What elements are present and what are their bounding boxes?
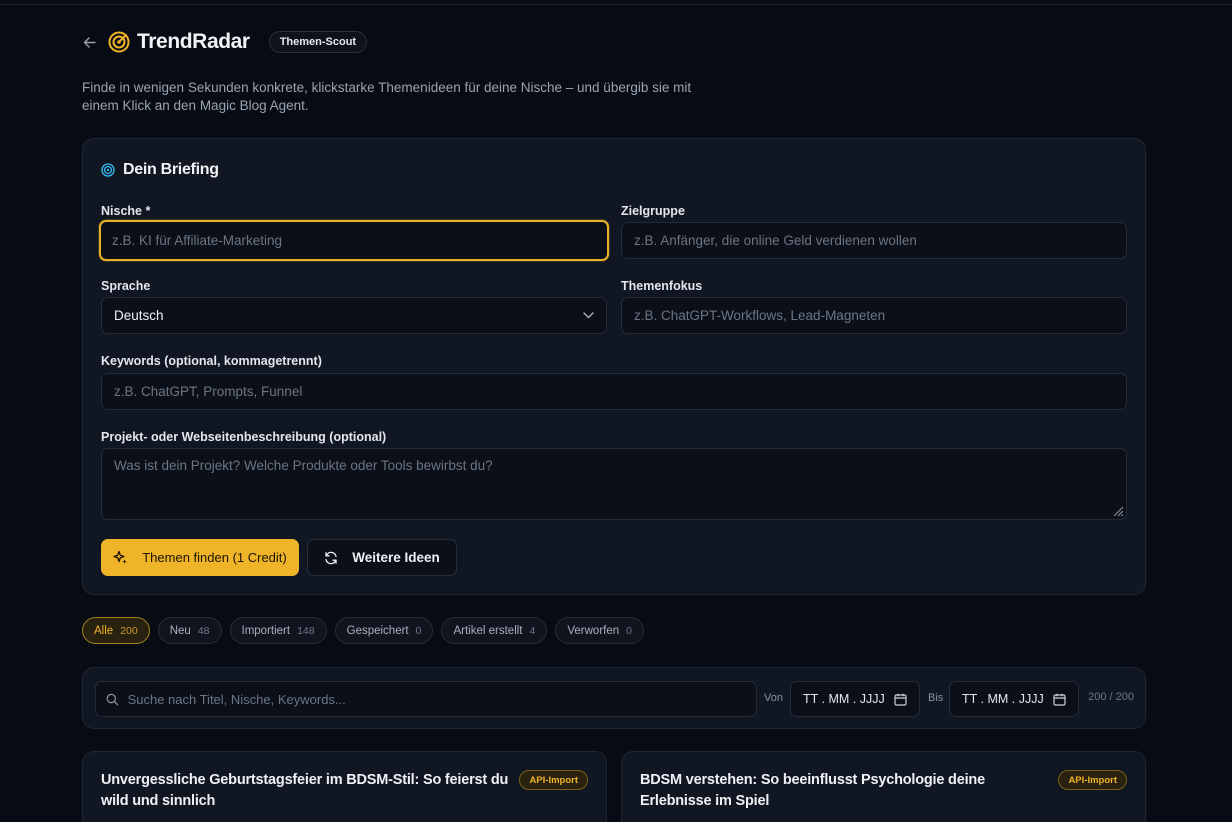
filter-chip-saved[interactable]: Gespeichert 0 xyxy=(334,617,434,644)
filter-count: 148 xyxy=(297,624,315,637)
to-date-placeholder: TT . MM . JJJJ xyxy=(962,692,1044,706)
top-divider xyxy=(0,4,1232,5)
intro-text: Finde in wenigen Sekunden konkrete, klic… xyxy=(82,80,692,113)
more-ideas-label: Weitere Ideen xyxy=(352,550,440,565)
app-title: TrendRadar xyxy=(137,30,250,53)
radar-logo-icon xyxy=(108,31,130,53)
keywords-label: Keywords (optional, kommagetrennt) xyxy=(101,354,322,368)
description-field[interactable] xyxy=(101,448,1127,520)
briefing-header: Dein Briefing xyxy=(101,161,219,179)
from-date-placeholder: TT . MM . JJJJ xyxy=(803,692,885,706)
language-select[interactable]: Deutsch xyxy=(101,297,607,334)
calendar-icon[interactable] xyxy=(1053,693,1066,706)
app-badge: Themen-Scout xyxy=(268,31,368,53)
sparkles-icon xyxy=(113,550,127,564)
briefing-card: Dein Briefing Nische * Zielgruppe Sprach… xyxy=(82,138,1146,595)
source-badge: API-Import xyxy=(1058,770,1127,790)
calendar-icon[interactable] xyxy=(894,693,907,706)
topic-card[interactable]: BDSM verstehen: So beeinflusst Psycholog… xyxy=(621,751,1146,822)
filter-count: 200 xyxy=(120,624,138,637)
filter-label: Alle xyxy=(94,624,114,637)
topic-title: Unvergessliche Geburtstagsfeier im BDSM-… xyxy=(101,772,509,809)
source-badge: API-Import xyxy=(519,770,588,790)
description-label: Projekt- oder Webseitenbeschreibung (opt… xyxy=(101,430,387,444)
niche-field[interactable] xyxy=(99,220,609,261)
focus-label: Themenfokus xyxy=(621,279,703,293)
topic-card[interactable]: Unvergessliche Geburtstagsfeier im BDSM-… xyxy=(82,751,607,822)
filter-count: 0 xyxy=(415,624,422,637)
refresh-icon xyxy=(325,551,337,564)
filter-count: 0 xyxy=(626,624,632,637)
filter-label: Verworfen xyxy=(567,624,620,637)
keywords-field[interactable] xyxy=(101,373,1127,410)
focus-field[interactable] xyxy=(621,297,1127,334)
result-count: 200 / 200 xyxy=(1088,691,1134,703)
to-date-input[interactable]: TT . MM . JJJJ xyxy=(949,681,1079,717)
niche-label: Nische * xyxy=(101,204,151,218)
filter-label: Gespeichert xyxy=(346,624,409,637)
search-input[interactable] xyxy=(127,691,746,707)
search-field[interactable] xyxy=(95,681,757,717)
filter-count: 4 xyxy=(529,624,536,637)
search-toolbar: Von TT . MM . JJJJ Bis TT . MM . JJJJ 20… xyxy=(82,667,1146,729)
audience-label: Zielgruppe xyxy=(621,204,685,218)
to-label: Bis xyxy=(928,692,944,704)
page-header: TrendRadar Themen-Scout xyxy=(82,28,368,56)
focus-input[interactable] xyxy=(634,308,1114,323)
filter-chip-article-created[interactable]: Artikel erstellt 4 xyxy=(441,617,548,644)
filter-label: Artikel erstellt xyxy=(453,624,523,637)
filter-chip-discarded[interactable]: Verworfen 0 xyxy=(555,617,644,644)
from-label: Von xyxy=(764,692,783,704)
description-textarea[interactable] xyxy=(114,458,1114,510)
back-arrow-icon[interactable] xyxy=(82,35,96,49)
find-topics-label: Themen finden (1 Credit) xyxy=(142,550,287,565)
topic-title: BDSM verstehen: So beeinflusst Psycholog… xyxy=(640,772,985,809)
briefing-title: Dein Briefing xyxy=(123,161,219,178)
from-date-input[interactable]: TT . MM . JJJJ xyxy=(790,681,920,717)
filter-chip-new[interactable]: Neu 48 xyxy=(157,617,222,644)
niche-input[interactable] xyxy=(112,233,596,248)
audience-input[interactable] xyxy=(634,233,1114,248)
filter-label: Neu xyxy=(169,624,191,637)
target-icon xyxy=(101,163,115,177)
filter-count: 48 xyxy=(197,624,210,637)
chevron-down-icon xyxy=(583,312,594,319)
language-value: Deutsch xyxy=(114,308,164,323)
filter-label: Importiert xyxy=(241,624,291,637)
filter-chip-imported[interactable]: Importiert 148 xyxy=(229,617,327,644)
language-label: Sprache xyxy=(101,279,151,293)
resize-grip-icon[interactable] xyxy=(1110,503,1124,517)
audience-field[interactable] xyxy=(621,222,1127,259)
status-filter-bar: Alle 200 Neu 48 Importiert 148 Gespeichert 0… xyxy=(82,617,644,644)
search-icon xyxy=(106,693,119,705)
more-ideas-button[interactable]: Weitere Ideen xyxy=(307,539,457,576)
filter-chip-all[interactable]: Alle 200 xyxy=(82,617,150,644)
find-topics-button[interactable]: Themen finden (1 Credit) xyxy=(101,539,299,576)
keywords-input[interactable] xyxy=(114,384,1114,399)
